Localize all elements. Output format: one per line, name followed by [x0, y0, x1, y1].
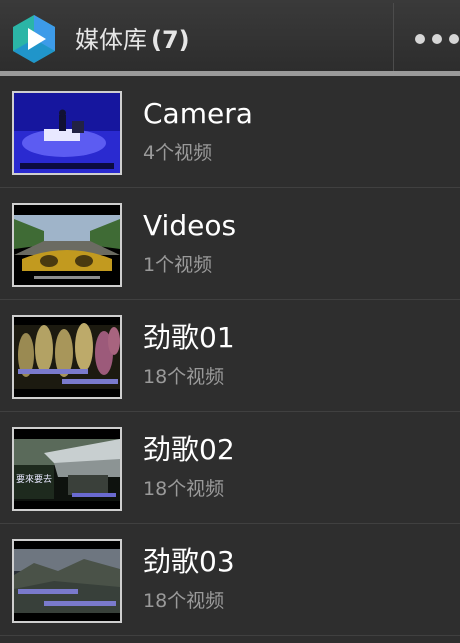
- album-video-count: 1个视频: [143, 254, 213, 276]
- album-thumbnail: 要來要去: [12, 427, 122, 511]
- album-name: 劲歌03: [143, 545, 235, 578]
- album-name: Videos: [143, 209, 237, 242]
- album-thumbnail: [12, 539, 122, 623]
- action-bar: 媒体库 (7): [0, 0, 460, 76]
- album-name: 劲歌02: [143, 433, 235, 466]
- album-item-jinge03[interactable]: 劲歌03 18个视频: [0, 524, 460, 636]
- album-thumbnail: [12, 203, 122, 287]
- overflow-menu-button[interactable]: [394, 0, 460, 76]
- album-item-jinge02[interactable]: 要來要去 劲歌02 18个视频: [0, 412, 460, 524]
- page-title: 媒体库 (7): [75, 23, 190, 57]
- album-list: Camera 4个视频 Videos 1个视频 劲歌01 18个视频 要來要去 …: [0, 76, 460, 643]
- album-video-count: 18个视频: [143, 478, 225, 500]
- page-title-text: 媒体库: [75, 26, 147, 54]
- more-options-icon: [415, 34, 460, 44]
- video-frame-road-image: [14, 205, 120, 285]
- video-frame-landscape-image: [14, 541, 120, 621]
- album-video-count: 18个视频: [143, 366, 225, 388]
- album-thumbnail: [12, 91, 122, 175]
- album-video-count: 18个视频: [143, 590, 225, 612]
- thumbnail-caption: 要來要去: [16, 475, 53, 485]
- album-name: Camera: [143, 97, 253, 130]
- app-logo-icon[interactable]: [9, 14, 59, 64]
- video-frame-flowers-image: [14, 317, 120, 397]
- video-frame-stage-image: [14, 93, 120, 173]
- album-name: 劲歌01: [143, 321, 235, 354]
- album-total-count: (7): [151, 26, 190, 54]
- album-video-count: 4个视频: [143, 142, 213, 164]
- album-item-camera[interactable]: Camera 4个视频: [0, 76, 460, 188]
- album-item-jinge01[interactable]: 劲歌01 18个视频: [0, 300, 460, 412]
- album-item-videos[interactable]: Videos 1个视频: [0, 188, 460, 300]
- album-thumbnail: [12, 315, 122, 399]
- video-frame-temple-image: [14, 429, 120, 509]
